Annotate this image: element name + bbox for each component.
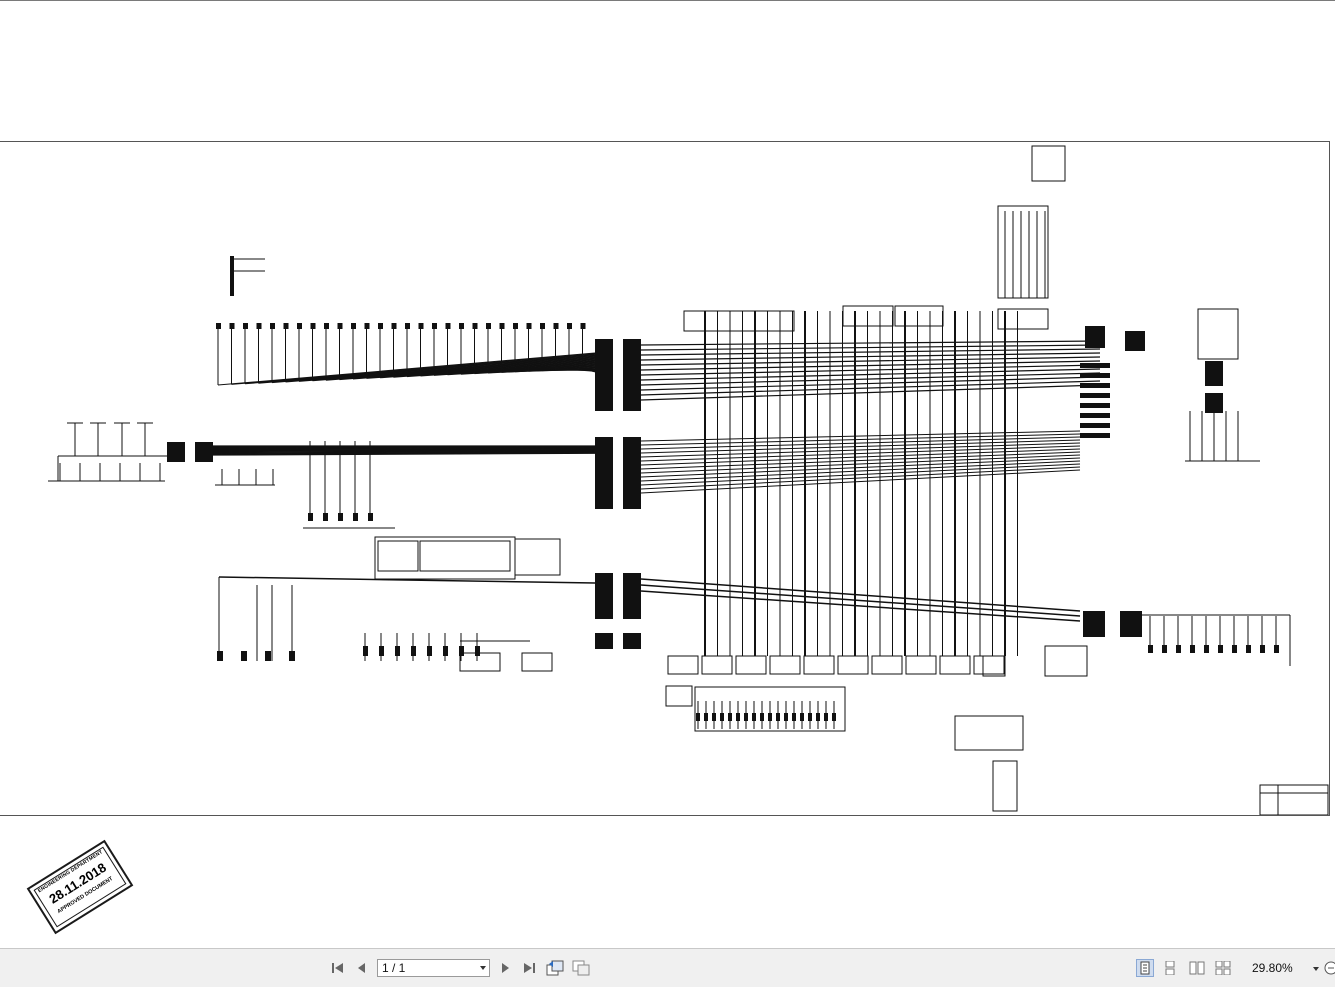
wiring-schematic: [0, 142, 1329, 815]
document-viewport[interactable]: ENGINEERING DEPARTMENT 28.11.2018 APPROV…: [0, 0, 1335, 948]
page-indicator: 1 / 1: [382, 961, 405, 975]
page-dropdown-icon[interactable]: [480, 966, 486, 970]
zoom-out-icon[interactable]: [1322, 959, 1335, 977]
continuous-facing-view-icon[interactable]: [1214, 959, 1232, 977]
viewer-top-border: [0, 0, 1335, 1]
continuous-view-icon[interactable]: [1161, 959, 1179, 977]
next-page-icon[interactable]: [496, 959, 514, 977]
approval-stamp: ENGINEERING DEPARTMENT 28.11.2018 APPROV…: [27, 840, 134, 935]
page-number-field[interactable]: 1 / 1: [377, 959, 490, 977]
single-page-view-icon[interactable]: [1136, 959, 1154, 977]
viewer-toolbar: 1 / 1 29.80%: [0, 948, 1335, 987]
go-back-view-icon[interactable]: [546, 959, 564, 977]
facing-view-icon[interactable]: [1188, 959, 1206, 977]
first-page-icon[interactable]: [329, 959, 347, 977]
go-forward-view-icon[interactable]: [572, 959, 590, 977]
previous-page-icon[interactable]: [353, 959, 371, 977]
zoom-level[interactable]: 29.80%: [1252, 961, 1293, 975]
last-page-icon[interactable]: [520, 959, 538, 977]
drawing-page: ENGINEERING DEPARTMENT 28.11.2018 APPROV…: [0, 141, 1330, 816]
zoom-dropdown-icon[interactable]: [1313, 967, 1319, 971]
